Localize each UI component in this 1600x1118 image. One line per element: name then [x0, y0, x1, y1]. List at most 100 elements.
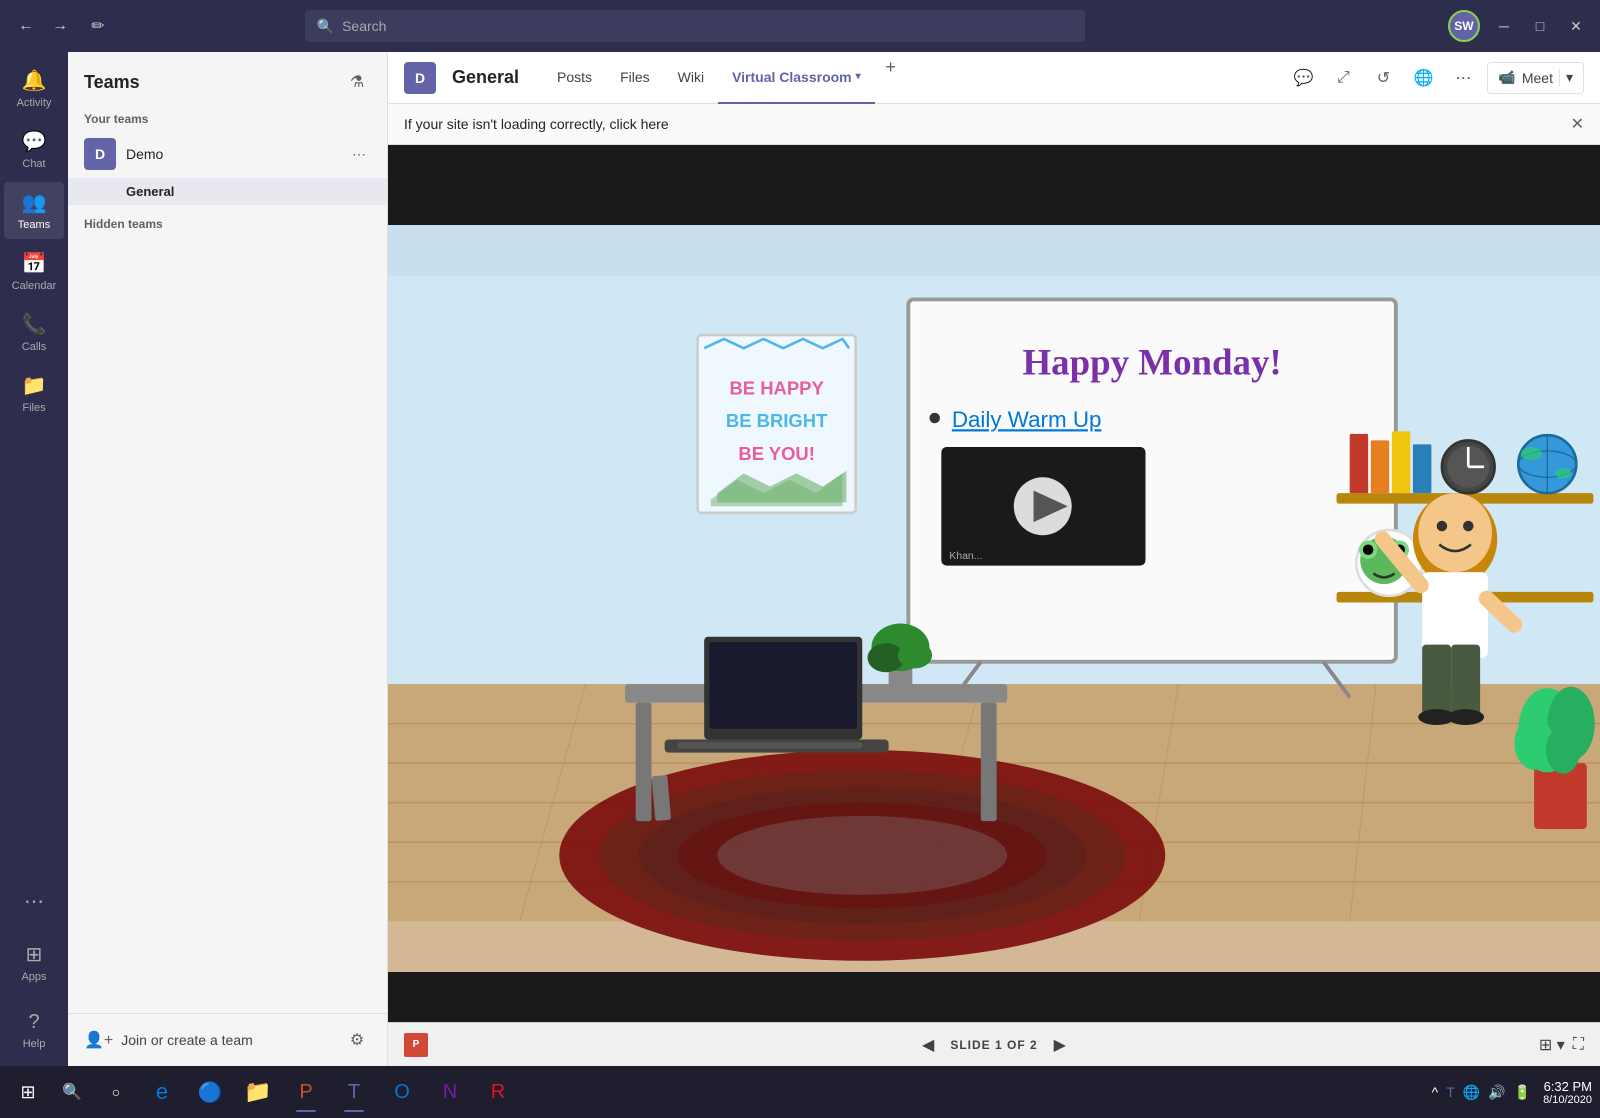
sidebar-bottom: 👤+ Join or create a team ⚙: [68, 1013, 387, 1066]
red-app-taskbar-icon[interactable]: R: [476, 1070, 520, 1114]
join-create-button[interactable]: 👤+ Join or create a team: [84, 1030, 253, 1050]
sidebar-item-apps[interactable]: ⊞ Apps: [4, 934, 64, 991]
team-demo[interactable]: D Demo ⋯: [68, 130, 387, 178]
slide-content: BE HAPPY BE BRIGHT BE YOU! Happy Monday!: [388, 225, 1600, 972]
meet-label: Meet: [1522, 70, 1553, 86]
sidebar-item-help[interactable]: ? Help: [4, 1003, 64, 1058]
chrome-icon: 🔵: [198, 1080, 223, 1105]
calendar-icon: 📅: [22, 251, 47, 276]
next-slide-button[interactable]: ▶: [1054, 1035, 1066, 1055]
teams-taskbar-icon-img: T: [348, 1081, 360, 1104]
help-icon: ?: [28, 1011, 39, 1034]
avatar[interactable]: SW: [1448, 10, 1480, 42]
sidebar-item-more[interactable]: ⋯: [4, 881, 64, 922]
volume-icon[interactable]: 🔊: [1488, 1084, 1505, 1101]
forward-button[interactable]: →: [46, 12, 74, 40]
website-icon[interactable]: 🌐: [1407, 62, 1439, 94]
sidebar-item-chat[interactable]: 💬 Chat: [4, 121, 64, 178]
add-tab-button[interactable]: +: [875, 52, 907, 84]
folder-icon: 📁: [244, 1079, 271, 1105]
nav-label-activity: Activity: [17, 97, 52, 109]
svg-text:Khan...: Khan...: [949, 550, 982, 562]
tab-wiki[interactable]: Wiki: [664, 52, 718, 104]
notification-bar: If your site isn't loading correctly, cl…: [388, 104, 1600, 145]
teams-nav-icon: 👥: [22, 190, 47, 215]
nav-label-help: Help: [23, 1038, 46, 1050]
outlook-icon: O: [394, 1081, 410, 1104]
files-icon: 📁: [22, 373, 47, 398]
taskbar: ⊞ 🔍 ○ e 🔵 📁 P T O N R ^ T 🌐 🔊 🔋 6:32 PM …: [0, 1066, 1600, 1118]
outlook-taskbar-icon[interactable]: O: [380, 1070, 424, 1114]
sidebar-title: Teams: [84, 72, 140, 93]
team-more-button[interactable]: ⋯: [347, 142, 371, 166]
meet-button[interactable]: 📹 Meet ▾: [1487, 62, 1584, 94]
back-button[interactable]: ←: [12, 12, 40, 40]
virtual-classroom-tab-label: Virtual Classroom ▾: [732, 69, 861, 85]
nav-label-files: Files: [22, 402, 45, 414]
tab-virtual-classroom[interactable]: Virtual Classroom ▾: [718, 52, 875, 104]
sidebar-item-calls[interactable]: 📞 Calls: [4, 304, 64, 361]
sidebar-item-files[interactable]: 📁 Files: [4, 365, 64, 422]
channel-general[interactable]: General: [68, 178, 387, 205]
clock-date: 8/10/2020: [1543, 1094, 1592, 1106]
slide-viewer: BE HAPPY BE BRIGHT BE YOU! Happy Monday!: [388, 145, 1600, 1022]
sidebar-item-teams[interactable]: 👥 Teams: [4, 182, 64, 239]
close-notification-button[interactable]: ✕: [1571, 114, 1584, 134]
svg-text:Daily Warm Up: Daily Warm Up: [952, 407, 1102, 432]
sidebar-header: Teams ⚗: [68, 52, 387, 104]
conversation-icon[interactable]: 💬: [1287, 62, 1319, 94]
tray-expand-icon[interactable]: ^: [1432, 1084, 1439, 1100]
more-options-icon[interactable]: ⋯: [1447, 62, 1479, 94]
onenote-icon: N: [443, 1081, 457, 1104]
battery-icon[interactable]: 🔋: [1514, 1084, 1531, 1101]
cortana-button[interactable]: ○: [96, 1072, 136, 1112]
powerpoint-icon: P: [404, 1033, 428, 1057]
more-icon: ⋯: [24, 889, 44, 914]
tab-posts[interactable]: Posts: [543, 52, 606, 104]
channel-header: D General Posts Files Wiki Virtual Class…: [388, 52, 1600, 104]
teams-tray-icon[interactable]: T: [1446, 1084, 1455, 1100]
filter-button[interactable]: ⚗: [343, 68, 371, 96]
expand-icon[interactable]: ⤢: [1327, 62, 1359, 94]
teams-taskbar-icon[interactable]: T: [332, 1070, 376, 1114]
main-content: D General Posts Files Wiki Virtual Class…: [388, 52, 1600, 1066]
maximize-button[interactable]: □: [1528, 14, 1552, 38]
meet-dropdown-icon[interactable]: ▾: [1559, 69, 1573, 86]
taskbar-clock[interactable]: 6:32 PM 8/10/2020: [1543, 1079, 1592, 1106]
edge-taskbar-icon[interactable]: e: [140, 1070, 184, 1114]
slide-black-top: [388, 145, 1600, 225]
apps-icon: ⊞: [26, 942, 43, 967]
search-input[interactable]: [342, 18, 1073, 34]
svg-text:BE BRIGHT: BE BRIGHT: [726, 410, 828, 431]
channel-avatar: D: [404, 62, 436, 94]
fullscreen-button[interactable]: ⛶: [1573, 1036, 1584, 1054]
refresh-icon[interactable]: ↺: [1367, 62, 1399, 94]
teams-active-indicator: [344, 1110, 364, 1112]
explorer-taskbar-icon[interactable]: 📁: [236, 1070, 280, 1114]
team-demo-avatar: D: [84, 138, 116, 170]
settings-button[interactable]: ⚙: [343, 1026, 371, 1054]
minimize-button[interactable]: ─: [1492, 14, 1516, 38]
main-layout: 🔔 Activity 💬 Chat 👥 Teams 📅 Calendar 📞 C…: [0, 52, 1600, 1066]
start-button[interactable]: ⊞: [8, 1072, 48, 1112]
edge-icon: e: [156, 1079, 168, 1105]
teams-sidebar: Teams ⚗ Your teams D Demo ⋯ General Hidd…: [68, 52, 388, 1066]
onenote-taskbar-icon[interactable]: N: [428, 1070, 472, 1114]
close-button[interactable]: ✕: [1564, 14, 1588, 38]
sidebar-item-calendar[interactable]: 📅 Calendar: [4, 243, 64, 300]
slide-counter: SLIDE 1 OF 2: [950, 1038, 1037, 1052]
previous-slide-button[interactable]: ◀: [922, 1035, 934, 1055]
view-toggle-button[interactable]: ⊞ ▾: [1539, 1035, 1565, 1055]
chrome-taskbar-icon[interactable]: 🔵: [188, 1070, 232, 1114]
chevron-down-icon: ▾: [856, 71, 861, 82]
nav-label-calls: Calls: [22, 341, 46, 353]
edit-button[interactable]: ✏: [84, 12, 112, 40]
network-icon[interactable]: 🌐: [1463, 1084, 1480, 1101]
nav-arrows: ← →: [12, 12, 74, 40]
ppt-taskbar-icon[interactable]: P: [284, 1070, 328, 1114]
hidden-teams-label: Hidden teams: [68, 205, 387, 235]
nav-rail: 🔔 Activity 💬 Chat 👥 Teams 📅 Calendar 📞 C…: [0, 52, 68, 1066]
taskbar-search-button[interactable]: 🔍: [52, 1072, 92, 1112]
sidebar-item-activity[interactable]: 🔔 Activity: [4, 60, 64, 117]
tab-files[interactable]: Files: [606, 52, 664, 104]
